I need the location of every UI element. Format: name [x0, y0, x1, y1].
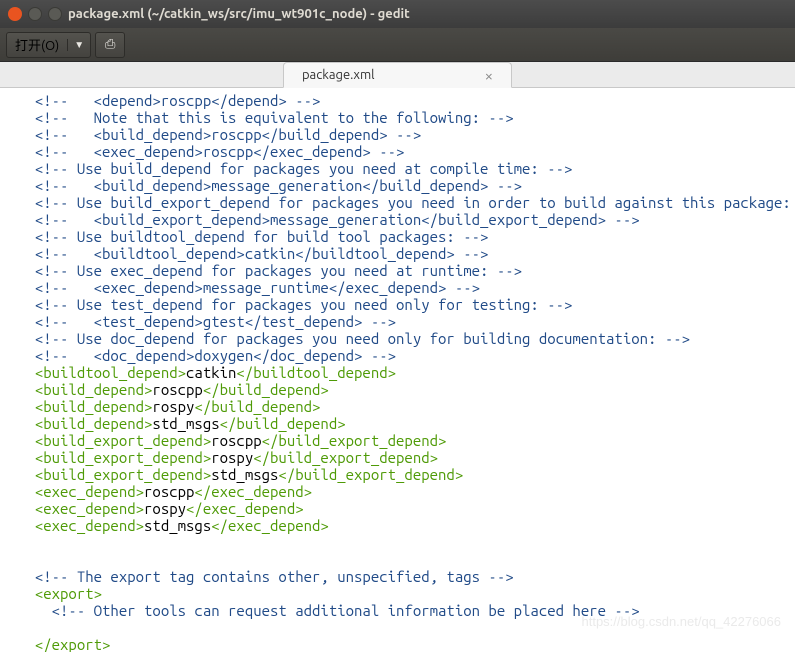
code-line[interactable]: <!-- <build_depend>message_generation</b…: [18, 177, 789, 194]
close-icon[interactable]: [8, 7, 22, 21]
code-line[interactable]: <export>: [18, 585, 789, 602]
maximize-icon[interactable]: [48, 7, 62, 21]
toolbar: 打开(O) ▼ ⎙: [0, 28, 795, 62]
code-line[interactable]: <!-- <build_depend>roscpp</build_depend>…: [18, 126, 789, 143]
code-line[interactable]: <!-- Use buildtool_depend for build tool…: [18, 228, 789, 245]
code-line[interactable]: <!-- Use test_depend for packages you ne…: [18, 296, 789, 313]
code-line[interactable]: <build_export_depend>rospy</build_export…: [18, 449, 789, 466]
code-line[interactable]: <exec_depend>roscpp</exec_depend>: [18, 483, 789, 500]
code-line[interactable]: <build_export_depend>std_msgs</build_exp…: [18, 466, 789, 483]
code-line[interactable]: <!-- <buildtool_depend>catkin</buildtool…: [18, 245, 789, 262]
code-line[interactable]: <build_export_depend>roscpp</build_expor…: [18, 432, 789, 449]
code-line[interactable]: <!-- <test_depend>gtest</test_depend> --…: [18, 313, 789, 330]
new-document-button[interactable]: ⎙: [95, 32, 125, 58]
window-titlebar: package.xml (~/catkin_ws/src/imu_wt901c_…: [0, 0, 795, 28]
code-line[interactable]: <!-- The export tag contains other, unsp…: [18, 568, 789, 585]
watermark: https://blog.csdn.net/qq_42276066: [582, 613, 782, 630]
tab-bar: package.xml ×: [0, 62, 795, 88]
new-document-icon: ⎙: [105, 37, 115, 52]
editor-area[interactable]: <!-- <depend>roscpp</depend> --> <!-- No…: [0, 88, 795, 652]
code-line[interactable]: <!-- <build_export_depend>message_genera…: [18, 211, 789, 228]
code-line[interactable]: <build_depend>rospy</build_depend>: [18, 398, 789, 415]
code-line[interactable]: <!-- Note that this is equivalent to the…: [18, 109, 789, 126]
code-line[interactable]: <!-- Use exec_depend for packages you ne…: [18, 262, 789, 279]
open-button-label: 打开(O): [7, 35, 67, 54]
code-line[interactable]: <!-- <exec_depend>message_runtime</exec_…: [18, 279, 789, 296]
code-line[interactable]: <!-- Use build_depend for packages you n…: [18, 160, 789, 177]
code-line[interactable]: <!-- <doc_depend>doxygen</doc_depend> --…: [18, 347, 789, 364]
code-line[interactable]: [18, 551, 789, 568]
code-line[interactable]: <buildtool_depend>catkin</buildtool_depe…: [18, 364, 789, 381]
code-line[interactable]: <build_depend>std_msgs</build_depend>: [18, 415, 789, 432]
chevron-down-icon[interactable]: ▼: [67, 39, 90, 51]
code-line[interactable]: [18, 534, 789, 551]
code-line[interactable]: <build_depend>roscpp</build_depend>: [18, 381, 789, 398]
code-line[interactable]: <exec_depend>std_msgs</exec_depend>: [18, 517, 789, 534]
code-line[interactable]: </export>: [18, 636, 789, 652]
close-tab-icon[interactable]: ×: [485, 68, 493, 83]
code-line[interactable]: <exec_depend>rospy</exec_depend>: [18, 500, 789, 517]
code-line[interactable]: <!-- <exec_depend>roscpp</exec_depend> -…: [18, 143, 789, 160]
code-line[interactable]: <!-- Use build_export_depend for package…: [18, 194, 789, 211]
code-line[interactable]: <!-- <depend>roscpp</depend> -->: [18, 92, 789, 109]
tab-package-xml[interactable]: package.xml ×: [283, 62, 512, 88]
minimize-icon[interactable]: [28, 7, 42, 21]
code-line[interactable]: <!-- Use doc_depend for packages you nee…: [18, 330, 789, 347]
window-title: package.xml (~/catkin_ws/src/imu_wt901c_…: [68, 7, 410, 21]
window-controls: [8, 7, 62, 21]
tab-label: package.xml: [302, 68, 375, 82]
open-button[interactable]: 打开(O) ▼: [6, 32, 91, 58]
